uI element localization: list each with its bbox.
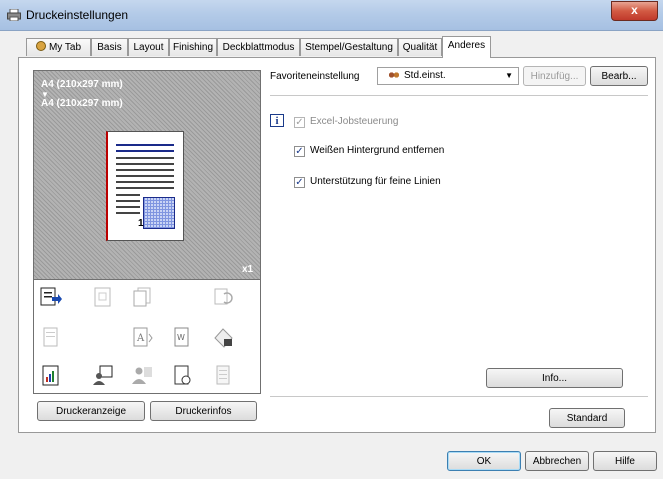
druckerinfos-button[interactable]: Druckerinfos — [150, 401, 257, 421]
tab-label: Basis — [97, 42, 122, 53]
box-save-icon[interactable] — [171, 364, 193, 386]
tab-my-tab[interactable]: My Tab — [26, 38, 91, 56]
chart-doc-icon[interactable] — [40, 364, 62, 386]
close-button[interactable]: x — [611, 1, 658, 21]
chevron-down-icon[interactable]: ▼ — [505, 71, 513, 80]
print-preview: A4 (210x297 mm) ▼ A4 (210x297 mm) 1 x1 — [33, 70, 261, 281]
tab-label: My Tab — [48, 42, 82, 53]
tab-finishing[interactable]: Finishing — [169, 38, 217, 56]
text-line — [116, 169, 174, 171]
favorites-select[interactable]: Std.einst. ▼ — [377, 67, 519, 85]
tab-label: Anderes — [447, 40, 486, 51]
preview-page: 1 — [106, 131, 184, 241]
printer-queue-icon[interactable] — [40, 285, 62, 307]
text-line — [116, 206, 140, 208]
druckeranzeige-button[interactable]: Druckeranzeige — [37, 401, 145, 421]
title-bar: Druckeinstellungen x — [0, 0, 663, 31]
edit-favorite-button[interactable]: Bearb... — [590, 66, 648, 86]
account-track-icon — [132, 367, 152, 384]
text-line — [116, 175, 174, 177]
secure-print-icon — [214, 328, 233, 348]
favorites-label: Favoriteneinstellung — [270, 71, 360, 82]
proof-print-icon — [216, 365, 230, 385]
image-block — [143, 197, 175, 229]
fine-lines-checkbox[interactable]: ✓ — [294, 177, 305, 188]
text-line — [116, 157, 174, 159]
tab-label: Stempel/Gestaltung — [305, 42, 393, 53]
function-icons-panel: A W — [33, 279, 261, 394]
tab-label: Layout — [133, 42, 164, 53]
document-icon — [43, 327, 58, 347]
watermark-icon: W — [174, 327, 189, 347]
source-paper-size: A4 (210x297 mm) — [41, 79, 123, 90]
tab-label: Deckblattmodus — [222, 42, 295, 53]
page-rotate-icon — [214, 288, 233, 305]
tab-stempel-gestaltung[interactable]: Stempel/Gestaltung — [300, 38, 398, 56]
text-line — [116, 212, 140, 214]
tab-label: Qualität — [402, 42, 438, 53]
text-line — [116, 181, 174, 183]
favorites-selected: Std.einst. — [404, 70, 446, 81]
ok-button[interactable]: OK — [447, 451, 521, 471]
remove-white-bg-checkbox[interactable]: ✓ — [294, 146, 305, 157]
copies-count: x1 — [242, 264, 254, 275]
help-button[interactable]: Hilfe — [593, 451, 657, 471]
fine-lines-label: Unterstützung für feine Linien — [310, 176, 441, 187]
tab-label: Finishing — [172, 42, 214, 53]
excel-job-checkbox[interactable]: ✓ — [294, 117, 305, 128]
text-line — [116, 163, 174, 165]
printer-icon — [7, 9, 21, 21]
separator — [270, 396, 648, 397]
text-line — [116, 187, 174, 189]
add-favorite-button[interactable]: Hinzufüg... — [523, 66, 586, 86]
svg-text:W: W — [177, 333, 185, 342]
tab-qualitaet[interactable]: Qualität — [398, 38, 442, 56]
text-line — [116, 150, 174, 152]
tab-deckblattmodus[interactable]: Deckblattmodus — [217, 38, 300, 56]
excel-job-label: Excel-Jobsteuerung — [310, 116, 399, 127]
separator — [270, 95, 648, 96]
info-icon: i — [270, 114, 284, 127]
remove-white-bg-label: Weißen Hintergrund entfernen — [310, 145, 445, 156]
tab-anderes[interactable]: Anderes — [442, 36, 491, 58]
tab-basis[interactable]: Basis — [91, 38, 128, 56]
users-icon — [388, 71, 400, 81]
page-number: 1 — [138, 218, 144, 229]
tab-layout[interactable]: Layout — [128, 38, 169, 56]
cancel-button[interactable]: Abbrechen — [525, 451, 589, 471]
copy-pages-icon — [133, 287, 151, 307]
user-icon — [35, 41, 46, 51]
info-button[interactable]: Info... — [486, 368, 623, 388]
user-auth-icon[interactable] — [92, 364, 114, 386]
text-line — [116, 144, 174, 146]
window-title: Druckeinstellungen — [26, 8, 129, 22]
target-paper-size: A4 (210x297 mm) — [41, 98, 123, 109]
text-line — [116, 200, 140, 202]
text-line — [116, 194, 140, 196]
overlay-icon — [94, 287, 111, 307]
standard-button[interactable]: Standard — [549, 408, 625, 428]
text-stamp-icon: A — [133, 327, 153, 347]
svg-text:A: A — [136, 333, 145, 344]
